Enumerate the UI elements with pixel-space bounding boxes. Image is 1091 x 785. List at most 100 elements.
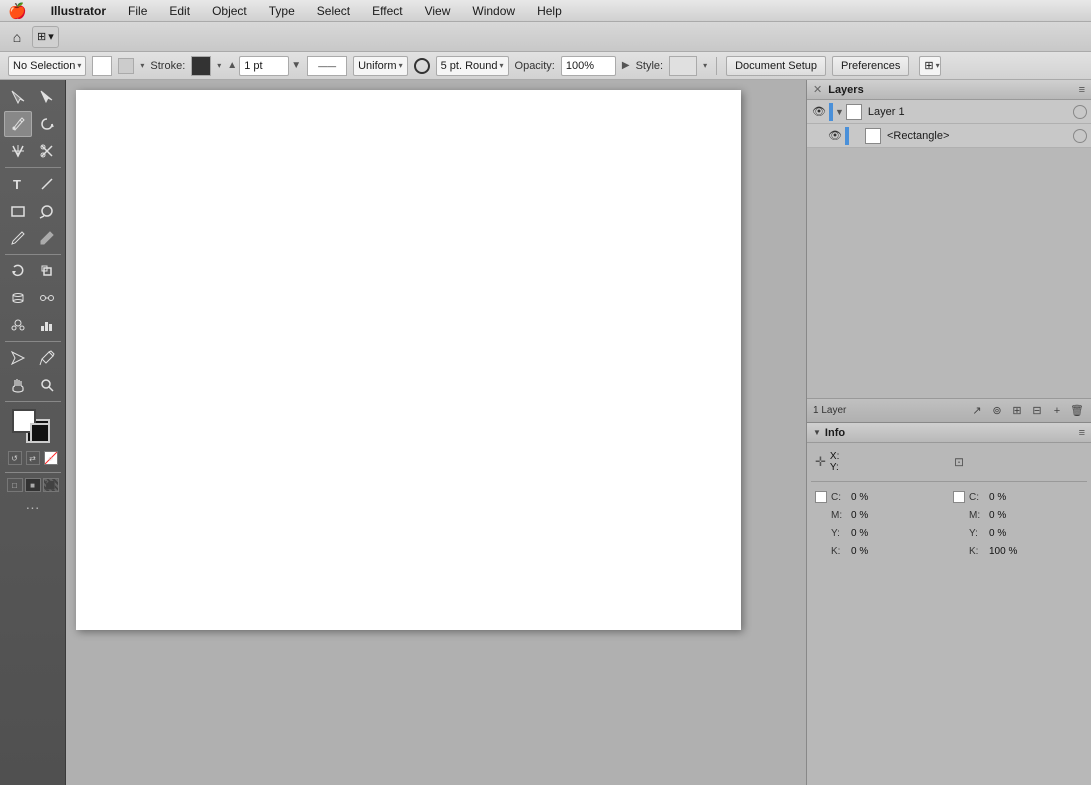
lasso-tool[interactable] [33,111,61,137]
info-panel-menu[interactable]: ≡ [1079,427,1085,439]
menu-illustrator[interactable]: Illustrator [47,4,110,18]
new-sublayer-icon[interactable]: ⊟ [1029,403,1045,419]
info-crosshair-icon: ✛ [815,454,826,470]
menu-help[interactable]: Help [533,4,566,18]
none-icon[interactable]: ○ [44,451,58,465]
warp-blend-row [2,285,63,311]
symbol-tool[interactable] [4,312,32,338]
select-tool[interactable] [4,84,32,110]
zoom-tool[interactable] [33,372,61,398]
scale-tool[interactable] [33,258,61,284]
layer1-expand[interactable]: ▼ [835,107,844,117]
stroke-up-arrow[interactable]: ▲ [227,60,237,71]
stroke-weight-input[interactable]: 1 pt [239,56,289,76]
collect-for-export-icon[interactable]: ⊞ [1009,403,1025,419]
warp-tool[interactable] [4,285,32,311]
line-tool[interactable] [33,171,61,197]
stroke-down-arrow[interactable]: ▼ [291,60,301,71]
ellipse-tool[interactable] [33,198,61,224]
workspace-switcher[interactable]: ⊞ ▾ [32,26,59,48]
layer1-name: Layer 1 [864,106,1071,118]
layer2-row[interactable]: 👁 <Rectangle> [807,124,1091,148]
menu-bar: 🍎 Illustrator File Edit Object Type Sele… [0,0,1091,22]
layer2-target[interactable] [1073,129,1087,143]
cmyk-right-c-value: 0 % [989,492,1006,503]
focused-stroke-box[interactable] [30,423,50,443]
reset-colors-icon[interactable]: ↺ [8,451,22,465]
layers-panel-header[interactable]: ✕ Layers ≡ [807,80,1091,100]
layer1-target[interactable] [1073,105,1087,119]
pen-tool[interactable] [4,111,32,137]
opacity-input[interactable]: 100% [561,56,616,76]
chart-symbol-row [2,312,63,338]
type-tool[interactable]: T [4,171,32,197]
left-toolbar: T [0,80,66,785]
home-button[interactable]: ⌂ [6,26,28,48]
menu-effect[interactable]: Effect [368,4,406,18]
layers-footer: 1 Layer ↗ ⊚ ⊞ ⊟ + 🗑 [807,398,1091,422]
stroke-line-type[interactable]: —— [307,56,347,76]
arrange-dropdown[interactable]: ⊞ ▾ [919,56,941,76]
info-panel-header[interactable]: ▼ Info ≡ [807,423,1091,443]
menu-select[interactable]: Select [313,4,354,18]
rect-tool[interactable] [4,198,32,224]
layers-empty-space [807,148,1091,398]
add-anchor-tool[interactable] [4,138,32,164]
cmyk-left-y-row: Y: 0 % [815,524,945,542]
eyedropper-tool[interactable] [33,345,61,371]
cmyk-right-k-label: K: [969,546,985,557]
delete-layer-icon[interactable]: 🗑 [1069,403,1085,419]
stroke-arrow: ▾ [217,61,221,70]
menu-type[interactable]: Type [265,4,299,18]
right-panels: ✕ Layers ≡ 👁 ▼ Layer 1 👁 [806,80,1091,785]
fill-stroke-container [12,409,54,445]
locate-object-icon[interactable]: ⊚ [989,403,1005,419]
opacity-label: Opacity: [515,60,555,72]
pencil-tool[interactable] [33,225,61,251]
scissors-tool[interactable] [33,138,61,164]
make-clipping-mask-icon[interactable]: ↗ [969,403,985,419]
swap-colors-icon[interactable]: ⇄ [26,451,40,465]
layer1-row[interactable]: 👁 ▼ Layer 1 [807,100,1091,124]
stroke-type-dropdown[interactable]: Uniform ▾ [353,56,408,76]
selection-dropdown[interactable]: No Selection ▾ [8,56,86,76]
chart-tool[interactable] [33,312,61,338]
preferences-button[interactable]: Preferences [832,56,909,76]
brush-dropdown[interactable]: 5 pt. Round ▾ [436,56,509,76]
menu-edit[interactable]: Edit [165,4,194,18]
layers-panel-close[interactable]: ✕ [813,83,822,96]
rotate-tool[interactable] [4,258,32,284]
cmyk-right-y-row: Y: 0 % [953,524,1083,542]
menu-view[interactable]: View [421,4,455,18]
stroke-label: Stroke: [150,60,185,72]
layer1-visibility[interactable]: 👁 [811,105,827,118]
panel-menu-icon[interactable]: ≡ [1079,84,1085,96]
selection-label: No Selection [13,60,75,72]
opacity-expand-arrow[interactable]: ▶ [622,60,630,71]
workspace-arrow: ▾ [48,30,54,43]
arrange-icons: ⊞ ▾ [919,56,941,76]
menu-file[interactable]: File [124,4,151,18]
cmyk-left-k-value: 0 % [851,546,868,557]
apple-menu[interactable]: 🍎 [8,2,27,20]
stroke-swatch[interactable] [191,56,211,76]
menu-window[interactable]: Window [468,4,519,18]
more-tools[interactable]: ··· [2,499,63,515]
cmyk-left-k-label: K: [831,546,847,557]
menu-object[interactable]: Object [208,4,251,18]
canvas-area[interactable] [66,80,806,785]
style-swatch[interactable] [669,56,697,76]
direct-select-tool[interactable] [33,84,61,110]
paintbrush-tool[interactable] [4,225,32,251]
screen-mode-3[interactable]: ⬛ [43,478,59,492]
blend-tool[interactable] [33,285,61,311]
slice-tool[interactable] [4,345,32,371]
document-setup-button[interactable]: Document Setup [726,56,826,76]
fill-none-swatch[interactable] [118,58,134,74]
screen-mode-2[interactable]: ■ [25,478,41,492]
new-layer-icon[interactable]: + [1049,403,1065,419]
hand-tool[interactable] [4,372,32,398]
screen-mode-1[interactable]: □ [7,478,23,492]
fill-swatch[interactable] [92,56,112,76]
layer2-visibility[interactable]: 👁 [827,129,843,142]
